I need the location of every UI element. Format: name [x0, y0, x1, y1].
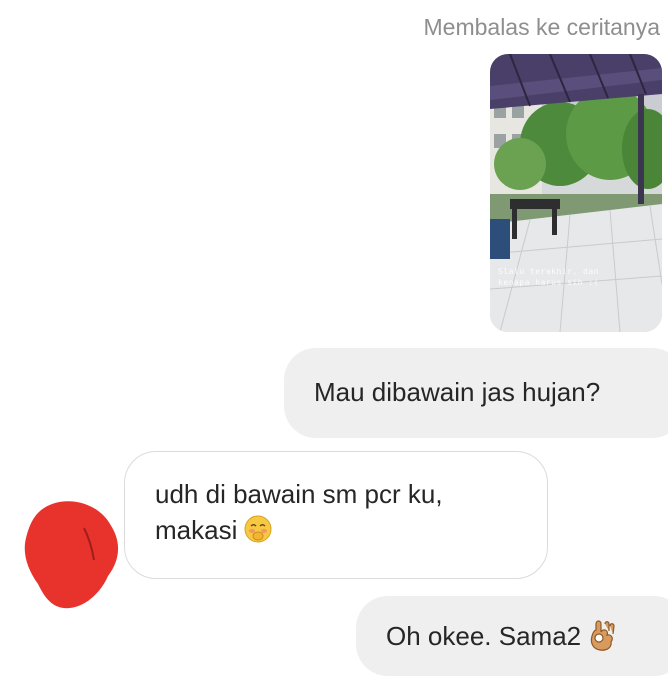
blushing-face-emoji-icon — [244, 515, 272, 543]
ok-hand-emoji-icon — [590, 620, 615, 651]
message-text: Oh okee. Sama2 — [386, 621, 582, 651]
message-bubble-sent[interactable]: Mau dibawain jas hujan? — [284, 348, 668, 438]
avatar-redacted[interactable] — [22, 498, 126, 610]
story-reply-label: Membalas ke ceritanya — [423, 14, 661, 40]
message-text: makasi — [155, 515, 238, 545]
message-text-line: udh di bawain sm pcr ku, — [155, 479, 443, 509]
story-caption-line: kenapa harus sih :( — [498, 278, 600, 287]
story-caption: Slalu terakhir, dan kenapa harus sih :( — [498, 266, 599, 288]
message-text: Mau dibawain jas hujan? — [314, 377, 601, 407]
message-bubble-sent[interactable]: Oh okee. Sama2 — [356, 596, 668, 676]
message-bubble-received[interactable]: udh di bawain sm pcr ku, makasi — [124, 451, 548, 579]
story-caption-line: Slalu terakhir, dan — [498, 267, 600, 276]
story-thumbnail[interactable]: Slalu terakhir, dan kenapa harus sih :( — [490, 54, 662, 332]
story-photo — [490, 54, 662, 332]
message-text-line: makasi — [155, 512, 547, 548]
